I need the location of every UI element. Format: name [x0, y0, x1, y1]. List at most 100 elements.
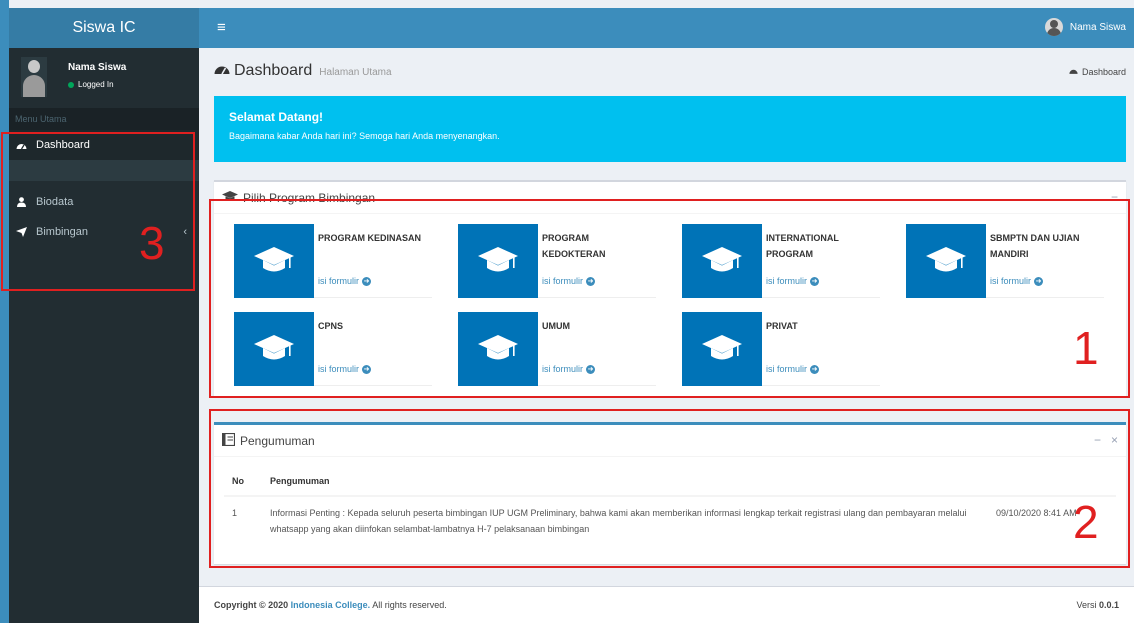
program-card-cpns[interactable]: CPNS isi formulir ➜ [234, 312, 432, 386]
graduation-cap-icon [234, 224, 314, 298]
program-label: INTERNATIONAL PROGRAM [766, 233, 839, 259]
link-label: isi formulir [766, 364, 808, 374]
arrow-circle-icon: ➜ [810, 276, 820, 286]
fill-form-link[interactable]: isi formulir ➜ [766, 364, 820, 374]
arrow-circle-icon: ➜ [1034, 276, 1044, 286]
copyright-prefix: Copyright © 2020 [214, 600, 289, 610]
announcement-box: Pengumuman − × No Pengumuman 1 Informasi… [214, 422, 1126, 564]
program-label: PRIVAT [766, 321, 798, 331]
program-card-kedinasan[interactable]: PROGRAM KEDINASAN isi formulir ➜ [234, 224, 432, 298]
sidebar-toggle-button[interactable]: ≡ [217, 19, 226, 37]
program-label: PROGRAM KEDINASAN [318, 233, 422, 243]
welcome-callout: Selamat Datang! Bagaimana kabar Anda har… [214, 96, 1126, 162]
user-icon [15, 197, 27, 207]
version-number: 0.0.1 [1098, 600, 1119, 610]
program-label: UMUM [542, 321, 570, 331]
sidebar-item-label: Dashboard [36, 139, 90, 151]
link-label: isi formulir [318, 364, 360, 374]
sidebar-item-label: Biodata [36, 196, 74, 208]
arrow-circle-icon: ➜ [362, 364, 372, 374]
page-title-text: Dashboard [234, 62, 313, 79]
user-status: Logged In [68, 80, 114, 89]
sidebar-item-dashboard[interactable]: Dashboard [9, 130, 199, 160]
dashboard-icon [214, 62, 230, 79]
user-menu[interactable]: Nama Siswa [1044, 18, 1126, 36]
sidebar-item-biodata[interactable]: Biodata [9, 187, 199, 217]
graduation-cap-icon [906, 224, 986, 298]
graduation-cap-icon [458, 312, 538, 386]
arrow-circle-icon: ➜ [586, 276, 596, 286]
copyright-suffix: All rights reserved. [372, 600, 447, 610]
collapse-button[interactable]: − [1094, 433, 1101, 447]
link-label: isi formulir [766, 276, 808, 286]
program-card-kedokteran[interactable]: PROGRAM KEDOKTERAN isi formulir ➜ [458, 224, 656, 298]
graduation-cap-icon [682, 224, 762, 298]
menu-header: Menu Utama [9, 108, 199, 130]
fill-form-link[interactable]: isi formulir ➜ [318, 364, 372, 374]
link-label: isi formulir [990, 276, 1032, 286]
online-dot-icon [68, 81, 74, 88]
dashboard-icon [15, 141, 27, 150]
program-card-umum[interactable]: UMUM isi formulir ➜ [458, 312, 656, 386]
content-header: Dashboard Halaman Utama Dashboard [214, 62, 1126, 88]
fill-form-link[interactable]: isi formulir ➜ [766, 276, 820, 286]
column-header: No [224, 467, 262, 497]
program-box: Pilih Program Bimbingan − PROGRAM KEDINA… [214, 180, 1126, 396]
breadcrumb[interactable]: Dashboard [1069, 67, 1126, 77]
row-number: 1 [224, 495, 262, 545]
version-label: Versi [1076, 600, 1097, 610]
link-label: isi formulir [318, 276, 360, 286]
breadcrumb-label: Dashboard [1081, 67, 1126, 77]
column-header [988, 467, 1116, 497]
fill-form-link[interactable]: isi formulir ➜ [990, 276, 1044, 286]
version-info: Versi 0.0.1 [1076, 600, 1119, 610]
user-avatar-icon [1044, 18, 1063, 36]
link-label: isi formulir [542, 364, 584, 374]
brand-link[interactable]: Indonesia College. [291, 600, 371, 610]
menu-divider [9, 160, 199, 181]
column-header: Pengumuman [262, 467, 988, 497]
graduation-cap-icon [234, 312, 314, 386]
callout-title: Selamat Datang! [229, 110, 324, 124]
table-header-row: No Pengumuman [224, 467, 1116, 497]
arrow-circle-icon: ➜ [810, 364, 820, 374]
program-card-sbmptn[interactable]: SBMPTN DAN UJIAN MANDIRI isi formulir ➜ [906, 224, 1104, 298]
user-menu-name: Nama Siswa [1069, 21, 1126, 33]
sidebar-item-bimbingan[interactable]: Bimbingan ‹ [9, 217, 199, 247]
sidebar-user-name: Nama Siswa [68, 62, 127, 73]
program-box-title: Pilih Program Bimbingan [243, 190, 376, 205]
chevron-left-icon[interactable]: ‹ [183, 217, 187, 247]
annotation-number-1: 1 [1073, 322, 1099, 374]
user-panel: Nama Siswa Logged In [9, 48, 199, 108]
collapse-button[interactable]: − [1111, 190, 1118, 204]
program-box-header: Pilih Program Bimbingan − [214, 182, 1126, 214]
footer: Copyright © 2020 Indonesia College. All … [199, 586, 1134, 623]
announcement-box-title: Pengumuman [240, 433, 315, 448]
app-logo[interactable]: Siswa IC [9, 8, 199, 48]
program-card-international[interactable]: INTERNATIONAL PROGRAM isi formulir ➜ [682, 224, 880, 298]
arrow-circle-icon: ➜ [362, 276, 372, 286]
avatar [21, 57, 47, 97]
table-row: 1 Informasi Penting : Kepada seluruh pes… [224, 495, 1116, 545]
graduation-cap-icon [222, 190, 238, 205]
dashboard-icon [1069, 69, 1078, 74]
sidebar-item-label: Bimbingan [36, 226, 88, 238]
book-icon [221, 432, 236, 449]
graduation-cap-icon [682, 312, 762, 386]
annotation-number-3: 3 [139, 217, 165, 269]
page-title: Dashboard Halaman Utama [214, 62, 392, 80]
program-card-privat[interactable]: PRIVAT isi formulir ➜ [682, 312, 880, 386]
copyright: Copyright © 2020 Indonesia College. All … [214, 600, 447, 610]
logo-text: Siswa IC [72, 19, 136, 36]
close-button[interactable]: × [1111, 433, 1118, 447]
annotation-number-2: 2 [1073, 496, 1099, 548]
link-label: isi formulir [542, 276, 584, 286]
fill-form-link[interactable]: isi formulir ➜ [542, 364, 596, 374]
program-label: SBMPTN DAN UJIAN MANDIRI [990, 233, 1080, 259]
fill-form-link[interactable]: isi formulir ➜ [318, 276, 372, 286]
announcement-table: No Pengumuman 1 Informasi Penting : Kepa… [224, 467, 1116, 545]
arrow-circle-icon: ➜ [586, 364, 596, 374]
page-subtitle: Halaman Utama [319, 67, 392, 78]
fill-form-link[interactable]: isi formulir ➜ [542, 276, 596, 286]
program-label: CPNS [318, 321, 344, 331]
